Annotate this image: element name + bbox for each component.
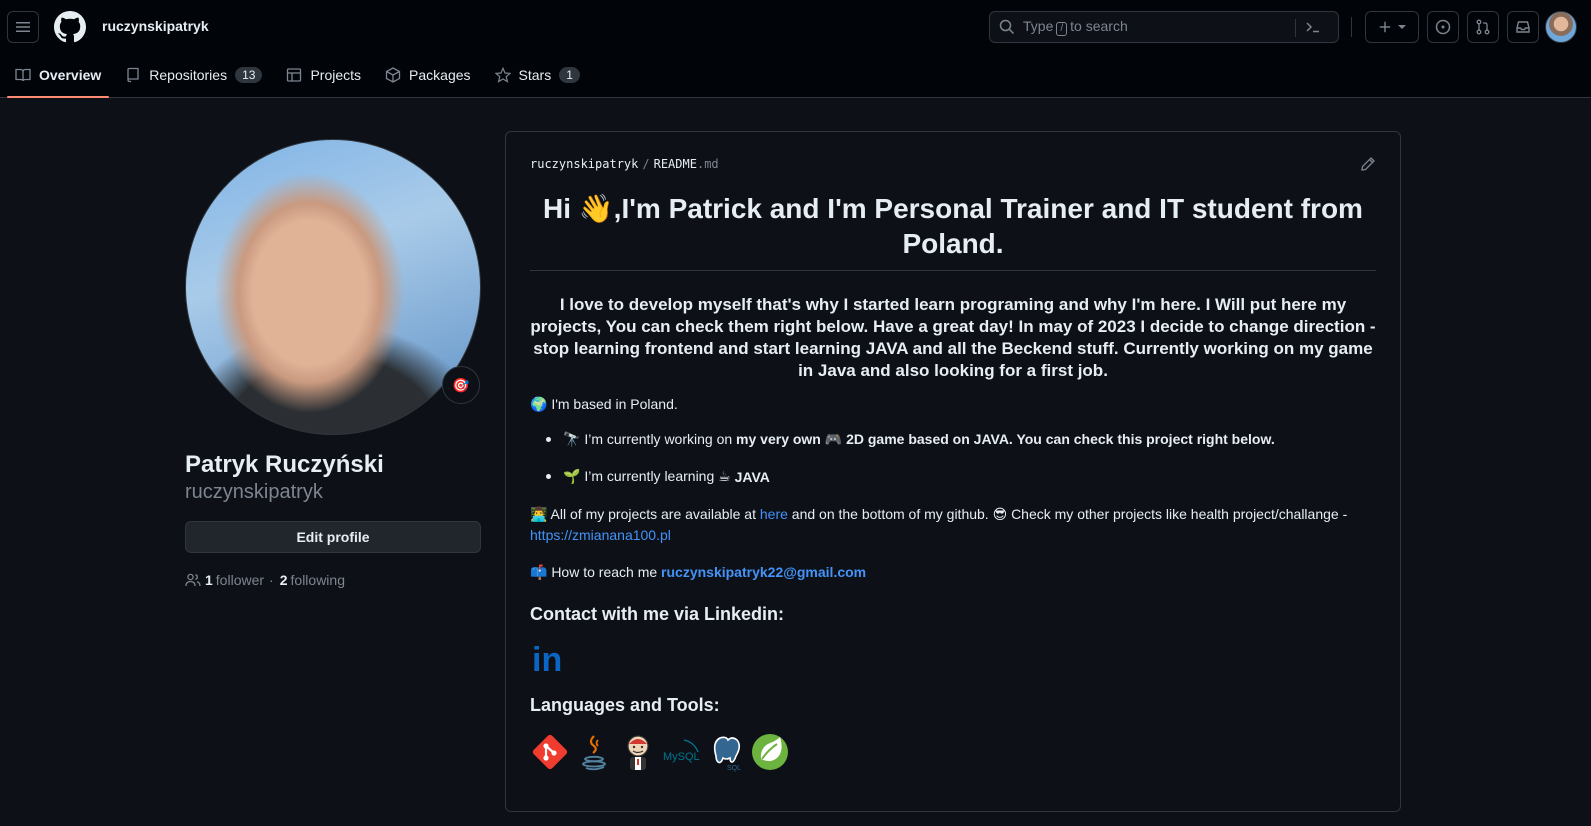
tab-packages[interactable]: Packages [377, 60, 478, 90]
following-link[interactable]: 2 following [276, 572, 345, 588]
user-avatar-menu[interactable] [1545, 11, 1577, 43]
repo-icon [127, 67, 139, 83]
dart-emoji-icon: 🎯 [452, 376, 470, 393]
stars-count: 1 [559, 67, 580, 83]
caret-down-icon [1398, 25, 1406, 29]
list-item: 🔭 I’m currently working on my very own 🎮… [546, 431, 1275, 448]
profile-avatar[interactable] [185, 139, 481, 435]
readme-based: 🌍 I'm based in Poland. [530, 396, 678, 412]
table-icon [287, 68, 302, 82]
list-item: 🌱 I’m currently learning ☕ JAVA [546, 468, 770, 485]
follow-stats: 1 follower · 2 following [185, 572, 345, 588]
linkedin-icon[interactable]: in [532, 642, 568, 678]
issue-opened-icon [1435, 19, 1451, 35]
projects-here-link[interactable]: here [760, 506, 788, 522]
svg-text:MySQL: MySQL [663, 751, 700, 763]
people-icon [185, 573, 201, 587]
postgresql-icon[interactable]: SQL [706, 732, 746, 772]
app-header: ruczynskipatryk Type / to search Overview … [0, 0, 1591, 98]
inbox-button[interactable] [1507, 11, 1539, 43]
status-emoji-button[interactable]: 🎯 [442, 366, 480, 404]
readme-owner-link[interactable]: ruczynskipatryk [530, 157, 638, 171]
readme-contact: 📫 How to reach me ruczynskipatryk22@gmai… [530, 564, 867, 580]
git-icon[interactable] [530, 732, 570, 772]
create-new-button[interactable] [1365, 11, 1419, 43]
book-icon [15, 68, 31, 82]
svg-text:SQL: SQL [727, 765, 741, 772]
plus-icon [1379, 21, 1391, 33]
readme-projects: 👨‍💻 All of my projects are available at … [530, 506, 1348, 543]
github-logo-icon[interactable] [54, 11, 86, 43]
edit-profile-button[interactable]: Edit profile [185, 521, 481, 553]
readme-title: Hi 👋,I'm Patrick and I'm Personal Traine… [530, 191, 1376, 271]
repositories-count: 13 [235, 67, 263, 83]
command-palette-icon[interactable] [1305, 19, 1321, 35]
tab-repositories[interactable]: Repositories 13 [117, 60, 270, 90]
pull-requests-button[interactable] [1467, 11, 1499, 43]
readme-intro: I love to develop myself that's why I st… [530, 295, 1376, 380]
star-icon [494, 67, 511, 83]
readme-card: ruczynskipatryk / README.md Hi 👋,I'm Patri… [505, 131, 1401, 812]
followers-link[interactable]: 1 follower [201, 572, 264, 588]
readme-path: ruczynskipatryk / README.md [530, 157, 719, 171]
tab-overview[interactable]: Overview [7, 60, 110, 98]
contact-heading: Contact with me via Linkedin: [530, 604, 785, 624]
tab-projects[interactable]: Projects [278, 60, 369, 90]
pencil-icon[interactable] [1360, 156, 1376, 172]
profile-login: ruczynskipatryk [185, 481, 323, 503]
java-icon[interactable] [574, 732, 614, 772]
tools-heading: Languages and Tools: [530, 695, 720, 715]
search-placeholder: Type / to search [1023, 18, 1128, 36]
spring-icon[interactable] [750, 732, 790, 772]
mysql-icon[interactable]: MySQL [662, 732, 702, 772]
slash-key-hint: / [1056, 22, 1068, 36]
git-pull-request-icon [1476, 19, 1490, 35]
jenkins-icon[interactable] [618, 732, 658, 772]
hamburger-icon [16, 22, 30, 32]
tab-stars[interactable]: Stars 1 [487, 60, 588, 90]
email-link[interactable]: ruczynskipatryk22@gmail.com [661, 564, 866, 580]
header-owner-link[interactable]: ruczynskipatryk [102, 18, 209, 34]
search-icon [999, 19, 1015, 35]
profile-tabs: Overview Repositories 13 Projects Packag… [7, 60, 596, 98]
inbox-icon [1516, 21, 1530, 33]
menu-button[interactable] [7, 11, 39, 43]
zmianana-link[interactable]: https://zmianana100.pl [530, 527, 671, 543]
tools-list: MySQL SQL [530, 732, 790, 772]
readme-file-link[interactable]: README.md [654, 157, 719, 171]
search-input[interactable]: Type / to search [989, 11, 1339, 43]
profile-full-name: Patryk Ruczyński [185, 451, 384, 478]
issues-button[interactable] [1427, 11, 1459, 43]
package-icon [385, 67, 401, 83]
